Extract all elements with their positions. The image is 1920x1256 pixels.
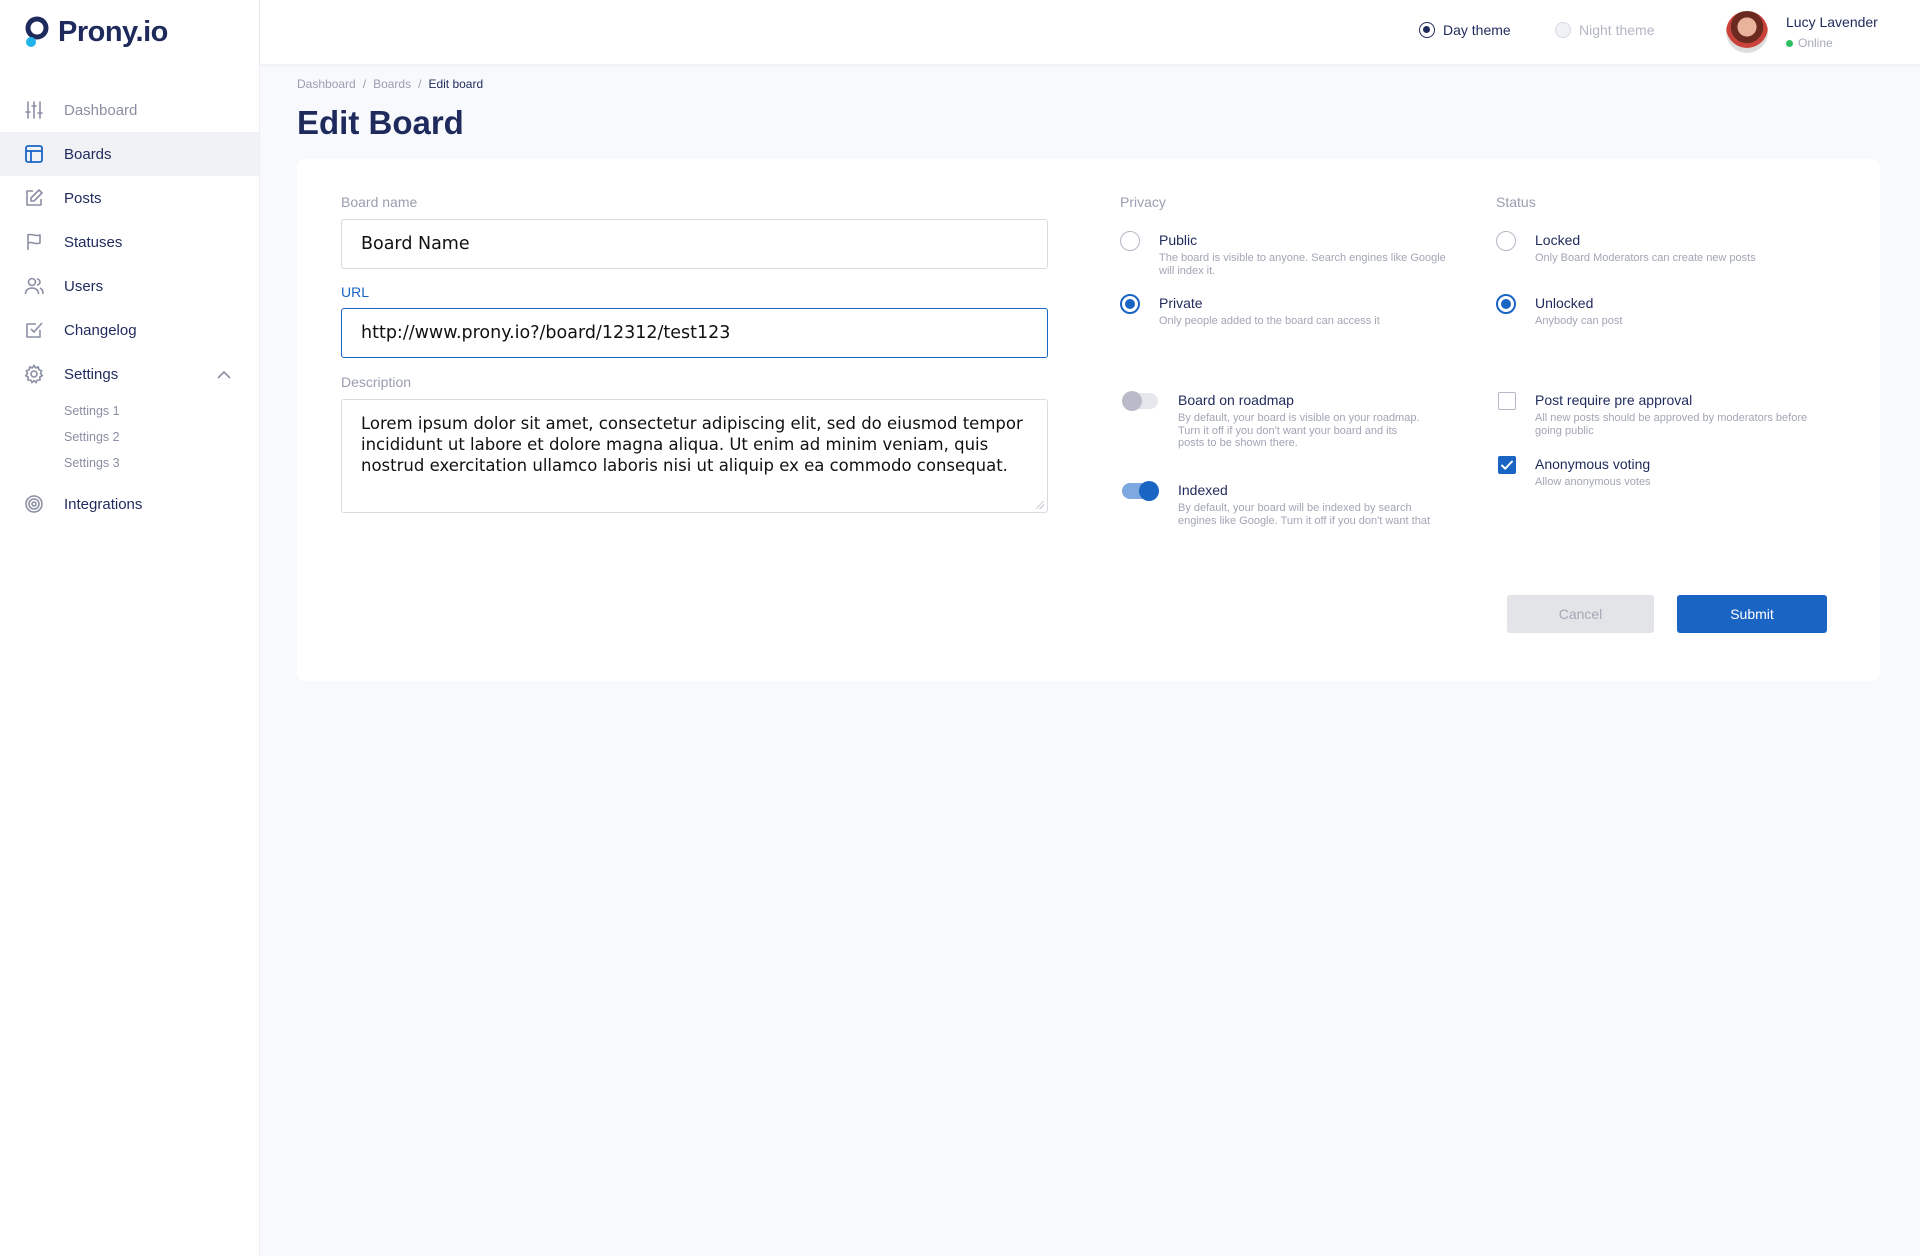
- page-title: Edit Board: [297, 104, 464, 141]
- breadcrumb-boards[interactable]: Boards: [373, 77, 411, 91]
- sidebar-item-label: Integrations: [64, 495, 143, 513]
- anonymous-voting-desc: Allow anonymous votes: [1535, 476, 1651, 488]
- night-theme-option[interactable]: Night theme: [1555, 22, 1654, 38]
- breadcrumb: Dashboard / Boards / Edit board: [297, 77, 483, 91]
- anonymous-voting-option: Anonymous voting Allow anonymous votes: [1496, 455, 1836, 495]
- privacy-label: Privacy: [1120, 194, 1166, 210]
- day-theme-radio[interactable]: [1419, 22, 1435, 38]
- sidebar-item-settings[interactable]: Settings: [0, 352, 259, 396]
- indexed-desc: By default, your board will be indexed b…: [1178, 502, 1430, 527]
- privacy-public-desc: The board is visible to anyone. Search e…: [1159, 252, 1446, 277]
- board-name-label: Board name: [341, 194, 418, 210]
- breadcrumb-current: Edit board: [428, 77, 484, 91]
- online-dot-icon: [1786, 39, 1793, 47]
- cancel-button[interactable]: Cancel: [1507, 595, 1654, 633]
- gear-icon: [24, 364, 44, 384]
- status-locked-radio[interactable]: [1496, 231, 1516, 251]
- sidebar-subitem-settings-1[interactable]: Settings 1: [0, 398, 259, 424]
- night-theme-label: Night theme: [1579, 22, 1655, 38]
- resize-handle-icon[interactable]: [1036, 501, 1044, 509]
- edit-icon: [24, 188, 44, 208]
- description-textarea[interactable]: Lorem ipsum dolor sit amet, consectetur …: [341, 399, 1048, 513]
- brand-name: Prony.io: [58, 15, 168, 48]
- avatar[interactable]: [1726, 11, 1768, 53]
- target-icon: [24, 494, 44, 514]
- day-theme-label: Day theme: [1443, 22, 1511, 38]
- breadcrumb-separator: /: [362, 77, 367, 91]
- board-name-input[interactable]: Board Name: [341, 219, 1048, 269]
- sidebar-item-label: Boards: [64, 145, 112, 163]
- privacy-private-radio[interactable]: [1120, 294, 1140, 314]
- sidebar-item-users[interactable]: Users: [0, 264, 259, 308]
- sidebar-item-label: Settings: [64, 365, 119, 383]
- preapproval-title: Post require pre approval: [1535, 392, 1693, 408]
- sidebar-subitem-settings-3[interactable]: Settings 3: [0, 450, 259, 476]
- sidebar-item-dashboard[interactable]: Dashboard: [0, 88, 259, 132]
- status-unlocked-option[interactable]: Unlocked Anybody can post: [1496, 294, 1836, 334]
- roadmap-desc: By default, your board is visible on you…: [1178, 412, 1420, 449]
- privacy-private-desc: Only people added to the board can acces…: [1159, 315, 1380, 327]
- status-locked-desc: Only Board Moderators can create new pos…: [1535, 252, 1756, 264]
- sidebar-item-label: Changelog: [64, 321, 137, 339]
- anonymous-voting-title: Anonymous voting: [1535, 456, 1651, 472]
- status-locked-title: Locked: [1535, 232, 1581, 248]
- submit-button[interactable]: Submit: [1677, 595, 1827, 633]
- top-header: Day theme Night theme Lucy Lavender Onli…: [260, 0, 1920, 64]
- preapproval-option: Post require pre approval All new posts …: [1496, 391, 1836, 437]
- sidebar-item-label: Posts: [64, 189, 102, 207]
- checked-box-icon: [24, 320, 44, 340]
- indexed-title: Indexed: [1178, 482, 1228, 498]
- privacy-private-option[interactable]: Private Only people added to the board c…: [1120, 294, 1460, 334]
- user-status: Online: [1786, 36, 1833, 50]
- sidebar-item-changelog[interactable]: Changelog: [0, 308, 259, 352]
- settings-submenu: Settings 1 Settings 2 Settings 3: [0, 396, 259, 482]
- prony-logo-icon: [24, 16, 50, 48]
- user-name[interactable]: Lucy Lavender: [1786, 14, 1878, 30]
- status-unlocked-radio[interactable]: [1496, 294, 1516, 314]
- day-theme-option[interactable]: Day theme: [1419, 22, 1511, 38]
- user-status-label: Online: [1798, 36, 1833, 50]
- indexed-option: Indexed By default, your board will be i…: [1139, 481, 1439, 541]
- roadmap-title: Board on roadmap: [1178, 392, 1294, 408]
- sidebar-item-label: Dashboard: [64, 101, 138, 119]
- sidebar-item-integrations[interactable]: Integrations: [0, 482, 259, 526]
- privacy-public-radio[interactable]: [1120, 231, 1140, 251]
- chevron-up-icon[interactable]: [217, 366, 231, 383]
- board-icon: [24, 144, 44, 164]
- sliders-icon: [24, 100, 44, 120]
- status-locked-option[interactable]: Locked Only Board Moderators can create …: [1496, 231, 1836, 271]
- url-input[interactable]: http://www.prony.io?/board/12312/test123: [341, 308, 1048, 358]
- privacy-private-title: Private: [1159, 295, 1203, 311]
- sidebar-item-label: Statuses: [64, 233, 123, 251]
- sidebar-item-statuses[interactable]: Statuses: [0, 220, 259, 264]
- sidebar-nav: Dashboard Boards Posts Statuses Users Ch…: [0, 88, 259, 526]
- status-unlocked-title: Unlocked: [1535, 295, 1594, 311]
- night-theme-radio[interactable]: [1555, 22, 1571, 38]
- sidebar-subitem-settings-2[interactable]: Settings 2: [0, 424, 259, 450]
- roadmap-option: Board on roadmap By default, your board …: [1139, 391, 1439, 451]
- breadcrumb-dashboard[interactable]: Dashboard: [297, 77, 356, 91]
- flag-icon: [24, 232, 44, 252]
- description-label: Description: [341, 374, 412, 390]
- logo[interactable]: Prony.io: [24, 14, 168, 50]
- preapproval-desc: All new posts should be approved by mode…: [1535, 412, 1808, 437]
- status-unlocked-desc: Anybody can post: [1535, 315, 1623, 327]
- url-label: URL: [341, 284, 370, 300]
- status-label: Status: [1496, 194, 1536, 210]
- sidebar: Prony.io Dashboard Boards Posts Statuses…: [0, 0, 260, 1256]
- privacy-public-option[interactable]: Public The board is visible to anyone. S…: [1120, 231, 1460, 281]
- sidebar-item-label: Users: [64, 277, 104, 295]
- users-icon: [24, 276, 44, 296]
- description-text: Lorem ipsum dolor sit amet, consectetur …: [361, 414, 1023, 475]
- sidebar-item-boards[interactable]: Boards: [0, 132, 259, 176]
- edit-board-card: Board name Board Name URL http://www.pro…: [297, 159, 1880, 681]
- privacy-public-title: Public: [1159, 232, 1198, 248]
- breadcrumb-separator: /: [418, 77, 422, 91]
- sidebar-item-posts[interactable]: Posts: [0, 176, 259, 220]
